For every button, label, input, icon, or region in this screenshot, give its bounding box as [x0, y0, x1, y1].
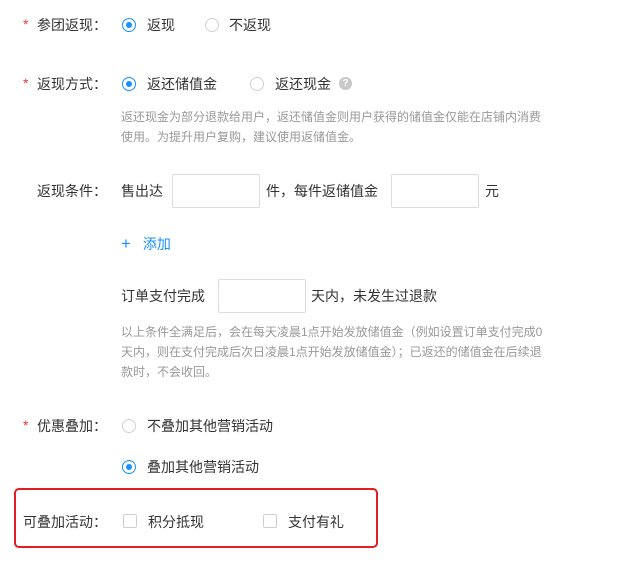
sold-quantity-input[interactable] — [172, 174, 260, 208]
radio-rebate[interactable] — [122, 18, 136, 32]
order-prefix-text: 订单支付完成 — [121, 288, 205, 304]
rebate-participation-label: 参团返现： — [37, 17, 107, 33]
checkbox-points-deduction-label[interactable]: 积分抵现 — [148, 512, 204, 532]
required-mark: * — [23, 417, 29, 433]
radio-stacking[interactable] — [122, 460, 136, 474]
radio-stored-value-label[interactable]: 返还储值金 — [147, 74, 217, 94]
required-mark: * — [23, 75, 29, 91]
currency-unit-text: 元 — [485, 183, 499, 199]
radio-no-stacking-label[interactable]: 不叠加其他营销活动 — [147, 416, 273, 436]
question-icon[interactable]: ? — [339, 77, 352, 90]
radio-rebate-label[interactable]: 返现 — [147, 15, 175, 35]
rebate-method-label: 返现方式： — [37, 76, 107, 92]
rebate-method-help: 返还现金为部分退款给用户，返还储值金则用户获得的储值金仅能在店铺内消费 使用。为… — [121, 110, 542, 144]
stored-value-amount-input[interactable] — [391, 174, 479, 208]
sold-prefix-text: 售出达 — [121, 183, 163, 199]
radio-cash[interactable] — [250, 77, 264, 91]
days-input[interactable] — [218, 279, 306, 313]
add-condition-button[interactable]: + 添加 — [121, 234, 171, 254]
radio-no-rebate-label[interactable]: 不返现 — [229, 15, 271, 35]
checkbox-payment-gift-label[interactable]: 支付有礼 — [288, 512, 344, 532]
add-condition-label: 添加 — [142, 236, 171, 252]
stackable-activities-label: 可叠加活动： — [23, 514, 107, 530]
radio-stacking-label[interactable]: 叠加其他营销活动 — [147, 457, 259, 477]
radio-cash-label[interactable]: 返还现金 — [275, 74, 331, 94]
rebate-condition-label: 返现条件： — [37, 183, 107, 199]
radio-no-stacking[interactable] — [122, 419, 136, 433]
checkbox-points-deduction[interactable] — [123, 514, 137, 528]
required-mark: * — [23, 16, 29, 32]
order-suffix-text: 天内，未发生过退款 — [311, 288, 437, 304]
radio-stored-value[interactable] — [122, 77, 136, 91]
checkbox-payment-gift[interactable] — [263, 514, 277, 528]
per-item-text: 件，每件返储值金 — [266, 183, 378, 199]
rebate-condition-help: 以上条件全满足后，会在每天凌晨1点开始发放储值金（例如设置订单支付完成0 天内，… — [121, 325, 543, 379]
plus-icon: + — [121, 234, 131, 253]
radio-no-rebate[interactable] — [205, 18, 219, 32]
discount-stacking-label: 优惠叠加： — [37, 418, 107, 434]
